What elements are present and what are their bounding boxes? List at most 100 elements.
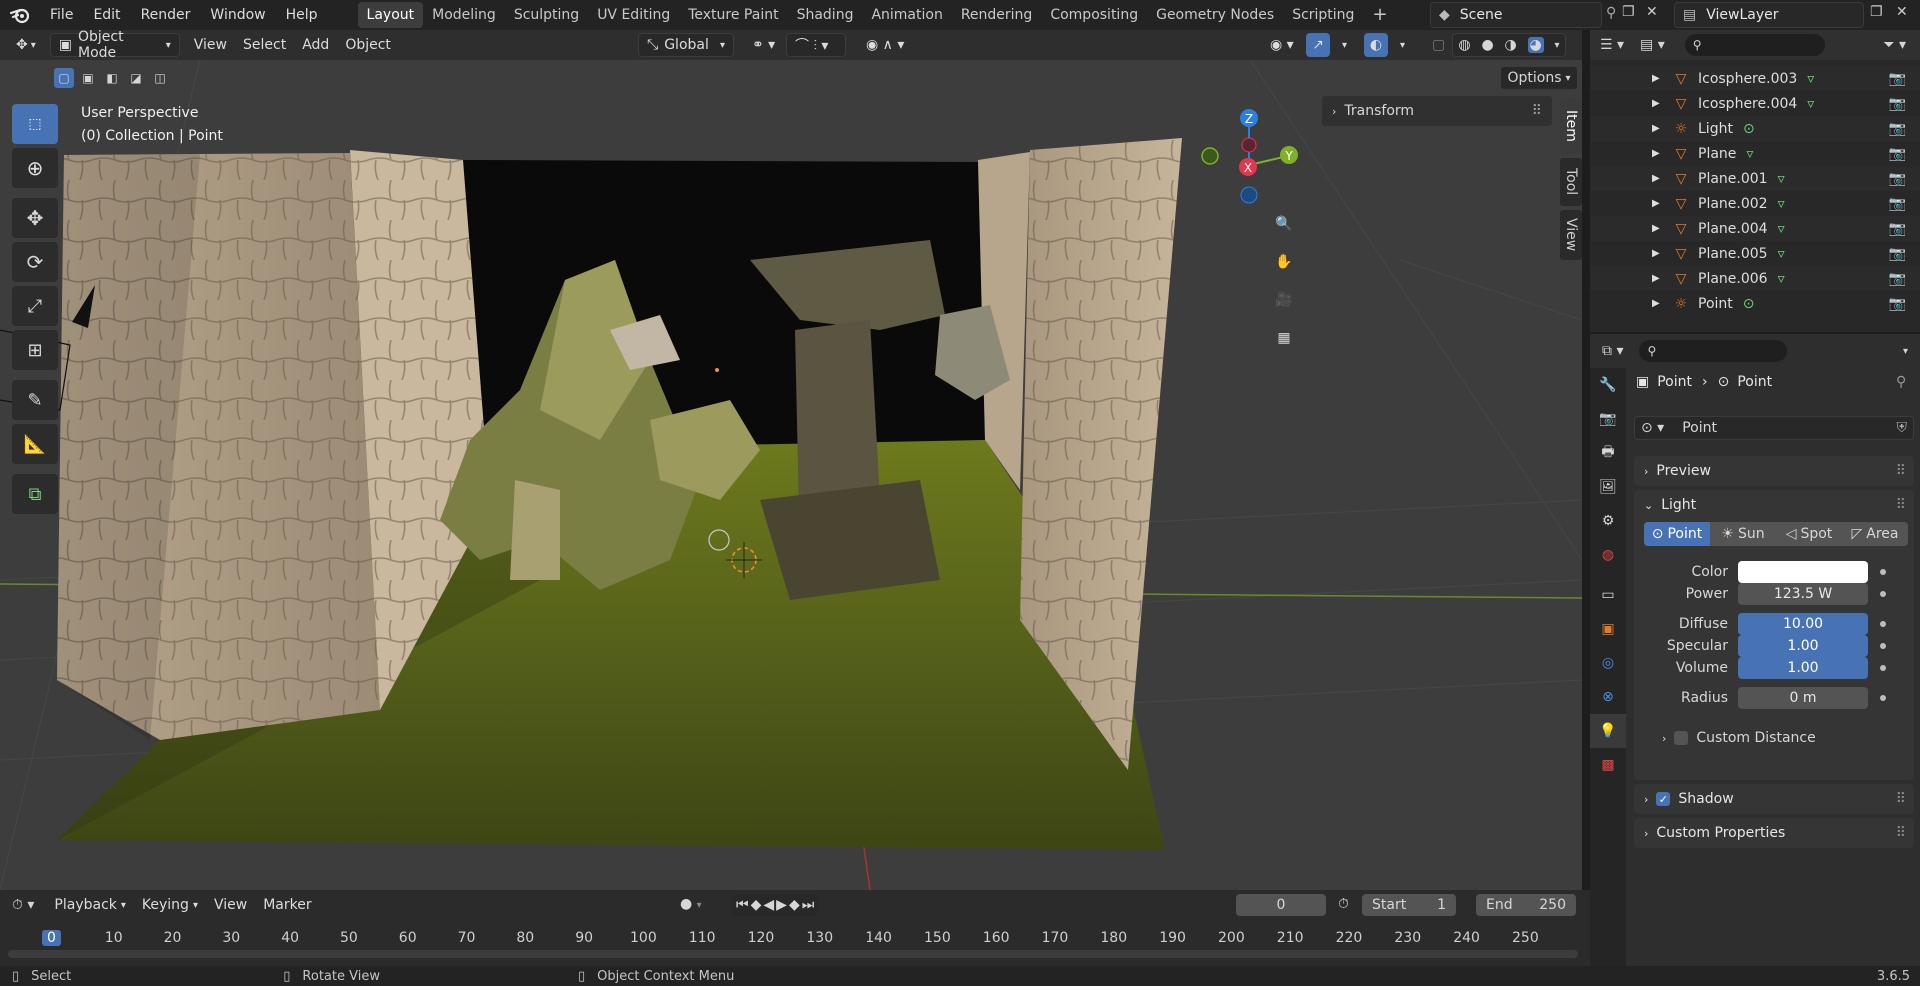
view-layer-selector[interactable]: ▤ ViewLayer [1674, 2, 1864, 28]
tab-tool[interactable]: Tool [1560, 158, 1582, 206]
add-cube-tool[interactable]: ⧉ [12, 474, 58, 514]
select-subtract-icon[interactable]: ◧ [102, 68, 122, 88]
light-type-spot[interactable]: ◁ Spot [1776, 522, 1842, 546]
expand-arrow-icon[interactable]: ▶ [1652, 148, 1670, 159]
outliner-editor-icon[interactable]: ☰ ▾ [1600, 37, 1624, 53]
render-visibility-icon[interactable]: 📷 [1889, 271, 1906, 287]
property-field-power[interactable]: 123.5 W [1738, 583, 1868, 605]
new-scene-icon[interactable]: ❐ [1622, 4, 1635, 20]
light-panel-header[interactable]: ⌄ Light ⠿ [1634, 490, 1914, 520]
tab-render[interactable]: 📷 [1590, 402, 1626, 436]
object-mode-dropdown[interactable]: ▣ Object Mode ▾ [49, 29, 180, 61]
gizmo-toggle-icon[interactable]: ↗ [1306, 33, 1330, 57]
light-data-icon[interactable]: ⊙ [1743, 296, 1755, 312]
menu-object[interactable]: Object [337, 33, 399, 57]
select-box-tool[interactable]: ⬚ [12, 104, 58, 144]
keyframe-dot-icon[interactable] [1880, 695, 1886, 701]
filter-icon[interactable]: ⏷ ▾ [1883, 37, 1906, 53]
select-new-icon[interactable]: ▢ [54, 68, 74, 88]
expand-arrow-icon[interactable]: ▶ [1652, 73, 1670, 84]
tab-texture-paint[interactable]: Texture Paint [679, 2, 787, 28]
tab-sculpting[interactable]: Sculpting [505, 2, 588, 28]
rotate-tool[interactable]: ⟳ [12, 242, 58, 282]
keyframe-dot-icon[interactable] [1880, 591, 1886, 597]
keyframe-dot-icon[interactable] [1880, 621, 1886, 627]
tab-compositing[interactable]: Compositing [1041, 2, 1147, 28]
3d-viewport[interactable]: ⬚ ⊕ ✥ ⟳ ⤢ ⊞ ✎ 📐 ⧉ ▢ ▣ ◧ ◪ ◫ User Perspec… [0, 60, 1582, 890]
properties-editor-icon[interactable]: ⧉ ▾ [1602, 343, 1623, 359]
property-field-radius[interactable]: 0 m [1738, 687, 1868, 709]
tab-scene[interactable]: ⚙ [1590, 504, 1626, 538]
outliner-row[interactable]: ▶ ▽ Plane.002 ▿ 📷 [1590, 191, 1920, 216]
transform-orientation-dropdown[interactable]: ⤡ Global ▾ [638, 33, 734, 57]
shadow-checkbox[interactable]: ✓ [1656, 792, 1671, 806]
menu-file[interactable]: File [40, 0, 83, 30]
custom-distance-checkbox[interactable] [1674, 731, 1689, 745]
tab-physics[interactable]: ◎ [1590, 646, 1626, 680]
outliner-row[interactable]: ▶ ▽ Icosphere.004 ▿ 📷 [1590, 91, 1920, 116]
expand-arrow-icon[interactable]: ▶ [1652, 98, 1670, 109]
keyframe-dot-icon[interactable] [1880, 569, 1886, 575]
tab-shading[interactable]: Shading [788, 2, 863, 28]
light-type-point[interactable]: ⊙ Point [1644, 522, 1710, 546]
delete-scene-icon[interactable]: ✕ [1646, 4, 1658, 20]
menu-window[interactable]: Window [200, 0, 275, 30]
mesh-data-icon[interactable]: ▿ [1778, 246, 1785, 262]
scene-selector[interactable]: ◆ Scene [1430, 2, 1602, 28]
pivot-point-icon[interactable]: ⚭ ▾ [744, 33, 783, 57]
tab-output[interactable]: 🖶 [1590, 436, 1626, 470]
shading-dropdown-icon[interactable]: ▾ [1555, 40, 1560, 51]
render-visibility-icon[interactable]: 📷 [1889, 71, 1906, 87]
cursor-tool[interactable]: ⊕ [12, 148, 58, 188]
menu-render[interactable]: Render [131, 0, 201, 30]
options-dropdown[interactable]: Options ▾ [1500, 66, 1578, 90]
outliner-row[interactable]: ▶ ▽ Plane.004 ▿ 📷 [1590, 216, 1920, 241]
expand-arrow-icon[interactable]: ▶ [1652, 123, 1670, 134]
tab-constraints[interactable]: ⊗ [1590, 680, 1626, 714]
annotate-tool[interactable]: ✎ [12, 380, 58, 420]
render-visibility-icon[interactable]: 📷 [1889, 96, 1906, 112]
new-view-layer-icon[interactable]: ❐ [1870, 4, 1883, 20]
xray-icon[interactable]: ▢ [1424, 33, 1453, 57]
render-visibility-icon[interactable]: 📷 [1889, 146, 1906, 162]
rendered-shading-icon[interactable]: ◕ [1527, 37, 1544, 53]
measure-tool[interactable]: 📐 [12, 424, 58, 464]
tab-geometry-nodes[interactable]: Geometry Nodes [1147, 2, 1283, 28]
outliner-row[interactable]: ▶ ☼ Light ⊙ 📷 [1590, 116, 1920, 141]
expand-arrow-icon[interactable]: ▶ [1652, 248, 1670, 259]
outliner-row[interactable]: ▶ ▽ Plane ▿ 📷 [1590, 141, 1920, 166]
tab-tool-props[interactable]: 🔧 [1590, 368, 1626, 402]
mesh-data-icon[interactable]: ▿ [1807, 71, 1814, 87]
tab-rendering[interactable]: Rendering [952, 2, 1042, 28]
select-extend-icon[interactable]: ▣ [78, 68, 98, 88]
property-field-diffuse[interactable]: 10.00 [1738, 613, 1868, 635]
expand-arrow-icon[interactable]: ▶ [1652, 198, 1670, 209]
zoom-icon[interactable]: 🔍 [1268, 208, 1300, 240]
timeline-scrollbar[interactable] [8, 950, 1578, 958]
tab-layout[interactable]: Layout [357, 2, 424, 28]
expand-arrow-icon[interactable]: ▶ [1652, 173, 1670, 184]
tab-world[interactable]: ◍ [1590, 538, 1626, 572]
properties-options-icon[interactable]: ▾ [1903, 346, 1908, 357]
material-shading-icon[interactable]: ◑ [1504, 37, 1516, 53]
mesh-data-icon[interactable]: ▿ [1778, 196, 1785, 212]
mesh-data-icon[interactable]: ▿ [1807, 96, 1814, 112]
tab-scripting[interactable]: Scripting [1283, 2, 1363, 28]
outliner-row[interactable]: ▶ ▽ Plane.001 ▿ 📷 [1590, 166, 1920, 191]
delete-view-layer-icon[interactable]: ✕ [1896, 4, 1908, 20]
tab-view-layer[interactable]: 🖼 [1590, 470, 1626, 504]
wireframe-shading-icon[interactable]: ◍ [1458, 37, 1470, 53]
render-visibility-icon[interactable]: 📷 [1889, 196, 1906, 212]
tab-texture[interactable]: ▩ [1590, 748, 1626, 782]
select-invert-icon[interactable]: ◪ [126, 68, 146, 88]
add-workspace-icon[interactable]: + [1363, 2, 1396, 28]
fake-user-icon[interactable]: ⛨ [1897, 420, 1908, 436]
render-visibility-icon[interactable]: 📷 [1889, 121, 1906, 137]
light-type-area[interactable]: ◸ Area [1842, 522, 1908, 546]
light-datablock-field[interactable]: ⊙ ▾ Point ⛨ [1634, 416, 1914, 440]
properties-search-input[interactable]: ⚲ [1639, 340, 1788, 362]
property-field-color[interactable] [1738, 561, 1868, 583]
scale-tool[interactable]: ⤢ [12, 286, 58, 326]
outliner-row[interactable]: ▶ ☼ Point ⊙ 📷 [1590, 291, 1920, 316]
menu-help[interactable]: Help [276, 0, 328, 30]
